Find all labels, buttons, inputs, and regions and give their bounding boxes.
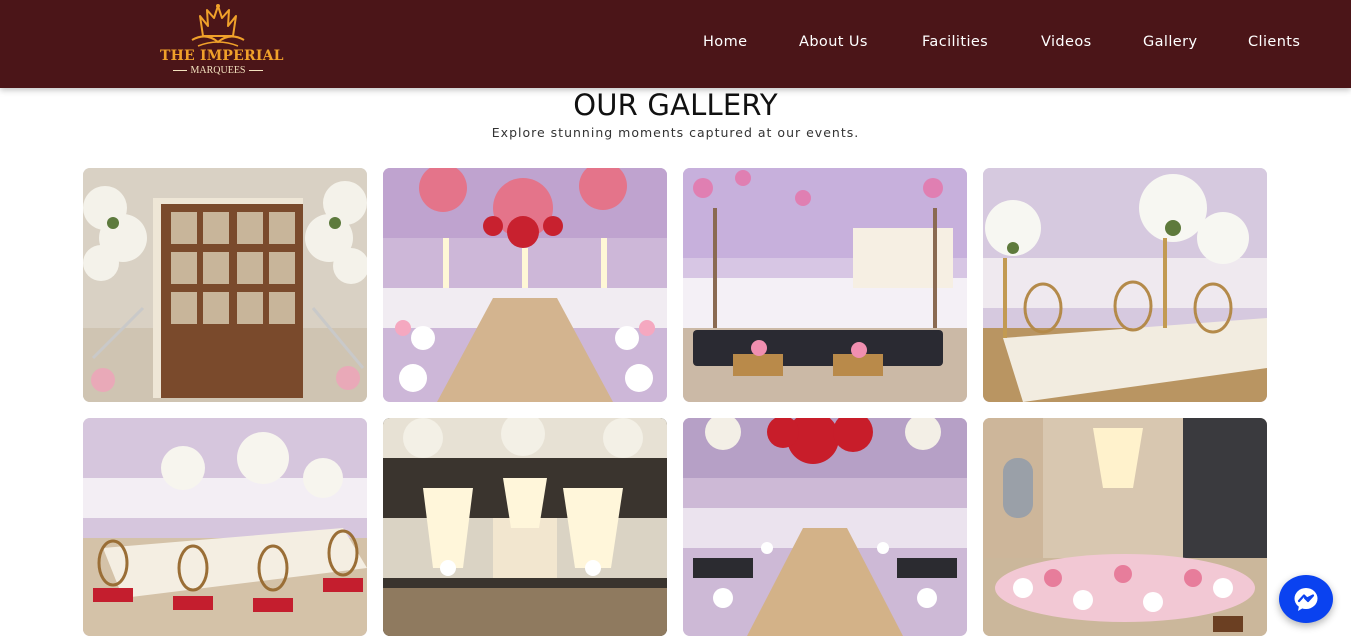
- nav-facilities[interactable]: Facilities: [922, 34, 988, 50]
- navbar: THE IMPERIAL MARQUEES Home About Us Faci…: [0, 0, 1351, 88]
- nav-videos[interactable]: Videos: [1041, 34, 1092, 50]
- gallery-image-3[interactable]: [683, 168, 967, 402]
- gallery-image-8[interactable]: [983, 418, 1267, 636]
- gallery-title: OUR GALLERY: [573, 88, 778, 122]
- image-chandeliers: [383, 418, 667, 636]
- messenger-icon: [1294, 588, 1318, 611]
- image-dining-tables: [983, 168, 1267, 402]
- image-lounge: [683, 168, 967, 402]
- logo[interactable]: THE IMPERIAL MARQUEES: [160, 2, 284, 82]
- image-round-stage: [983, 418, 1267, 636]
- image-floral-aisle: [383, 168, 667, 402]
- image-banquet-table: [83, 418, 367, 636]
- messenger-chat-button[interactable]: [1279, 575, 1333, 623]
- gallery-image-4[interactable]: [983, 168, 1267, 402]
- crown-icon: [191, 4, 245, 47]
- image-walkway: [683, 418, 967, 636]
- nav-about-us[interactable]: About Us: [799, 34, 868, 50]
- gallery-image-6[interactable]: [383, 418, 667, 636]
- nav-gallery[interactable]: Gallery: [1143, 34, 1197, 50]
- nav-home[interactable]: Home: [703, 34, 747, 50]
- gallery-image-5[interactable]: [83, 418, 367, 636]
- gallery-image-7[interactable]: [683, 418, 967, 636]
- gallery-image-1[interactable]: [83, 168, 367, 402]
- gallery-image-2[interactable]: [383, 168, 667, 402]
- nav-clients[interactable]: Clients: [1248, 34, 1300, 50]
- image-doors: [83, 168, 367, 402]
- brand-title: THE IMPERIAL: [160, 48, 284, 64]
- brand-subtitle: MARQUEES: [160, 65, 276, 76]
- gallery-subtitle: Explore stunning moments captured at our…: [491, 125, 860, 140]
